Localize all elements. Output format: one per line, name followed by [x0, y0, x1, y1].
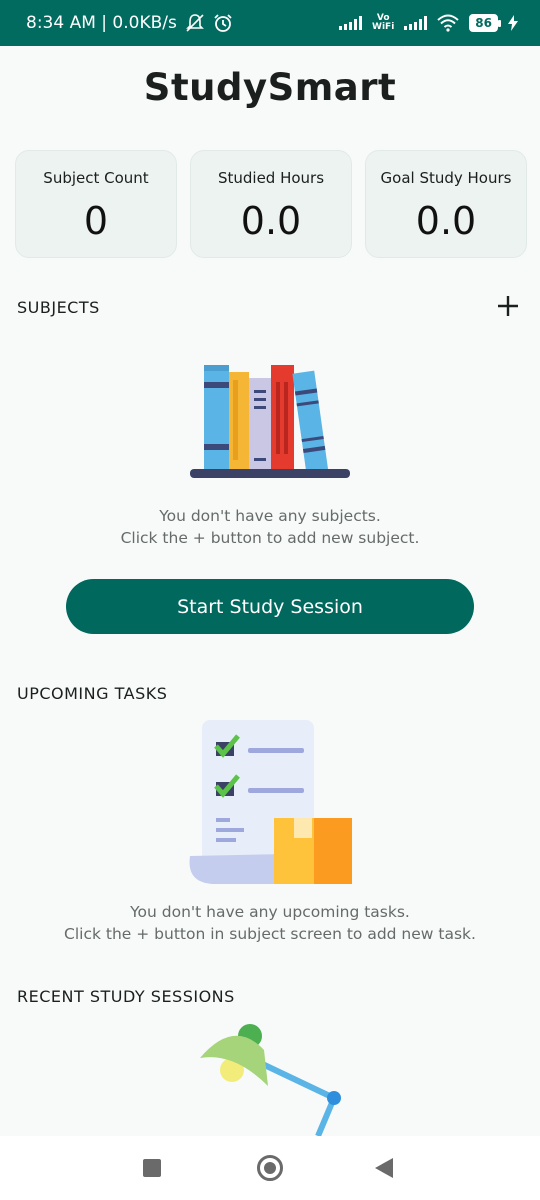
- battery-indicator: 86: [469, 14, 501, 32]
- mute-bell-icon: [185, 14, 204, 32]
- back-button[interactable]: [373, 1157, 395, 1179]
- system-nav-bar: [0, 1136, 540, 1200]
- circle-home-icon: [257, 1155, 283, 1181]
- wifi-icon: [437, 14, 459, 32]
- card-value: 0.0: [240, 199, 302, 243]
- recents-button[interactable]: [142, 1158, 162, 1178]
- triangle-back-icon: [375, 1158, 393, 1178]
- status-bar: 8:34 AM | 0.0KB/s Vo WiFi 86: [0, 0, 540, 46]
- charging-bolt-icon: [508, 15, 518, 31]
- recent-sessions-header: RECENT STUDY SESSIONS: [17, 987, 235, 1006]
- goal-hours-card: Goal Study Hours 0.0: [365, 150, 527, 258]
- card-label: Studied Hours: [217, 169, 325, 187]
- add-subject-button[interactable]: [492, 290, 524, 322]
- books-illustration: [190, 365, 350, 478]
- status-time: 8:34 AM | 0.0KB/s: [26, 13, 177, 33]
- signal-icon-2: [404, 16, 428, 30]
- signal-icon: [339, 16, 363, 30]
- tasks-illustration: [189, 720, 352, 884]
- card-label: Goal Study Hours: [380, 169, 512, 187]
- stats-row: Subject Count 0 Studied Hours 0.0 Goal S…: [15, 150, 527, 258]
- square-recents-icon: [143, 1159, 161, 1177]
- card-value: 0.0: [415, 199, 477, 243]
- card-value: 0: [83, 199, 109, 243]
- subjects-empty-line-2: Click the + button to add new subject.: [120, 529, 420, 547]
- tasks-empty-line-2: Click the + button in subject screen to …: [64, 925, 476, 943]
- upcoming-tasks-header: UPCOMING TASKS: [17, 684, 168, 703]
- home-button[interactable]: [256, 1154, 284, 1182]
- volte-label: Vo WiFi: [372, 13, 395, 32]
- subjects-empty-line-1: You don't have any subjects.: [159, 507, 381, 525]
- start-study-session-button[interactable]: Start Study Session: [66, 579, 474, 634]
- alarm-icon: [214, 14, 232, 32]
- app-title: StudySmart: [143, 66, 397, 109]
- plus-icon: [498, 296, 518, 316]
- lamp-illustration: [200, 1024, 341, 1136]
- studied-hours-card: Studied Hours 0.0: [190, 150, 352, 258]
- subject-count-card: Subject Count 0: [15, 150, 177, 258]
- tasks-empty-line-1: You don't have any upcoming tasks.: [130, 903, 410, 921]
- subjects-header: SUBJECTS: [17, 298, 100, 317]
- card-label: Subject Count: [43, 169, 149, 187]
